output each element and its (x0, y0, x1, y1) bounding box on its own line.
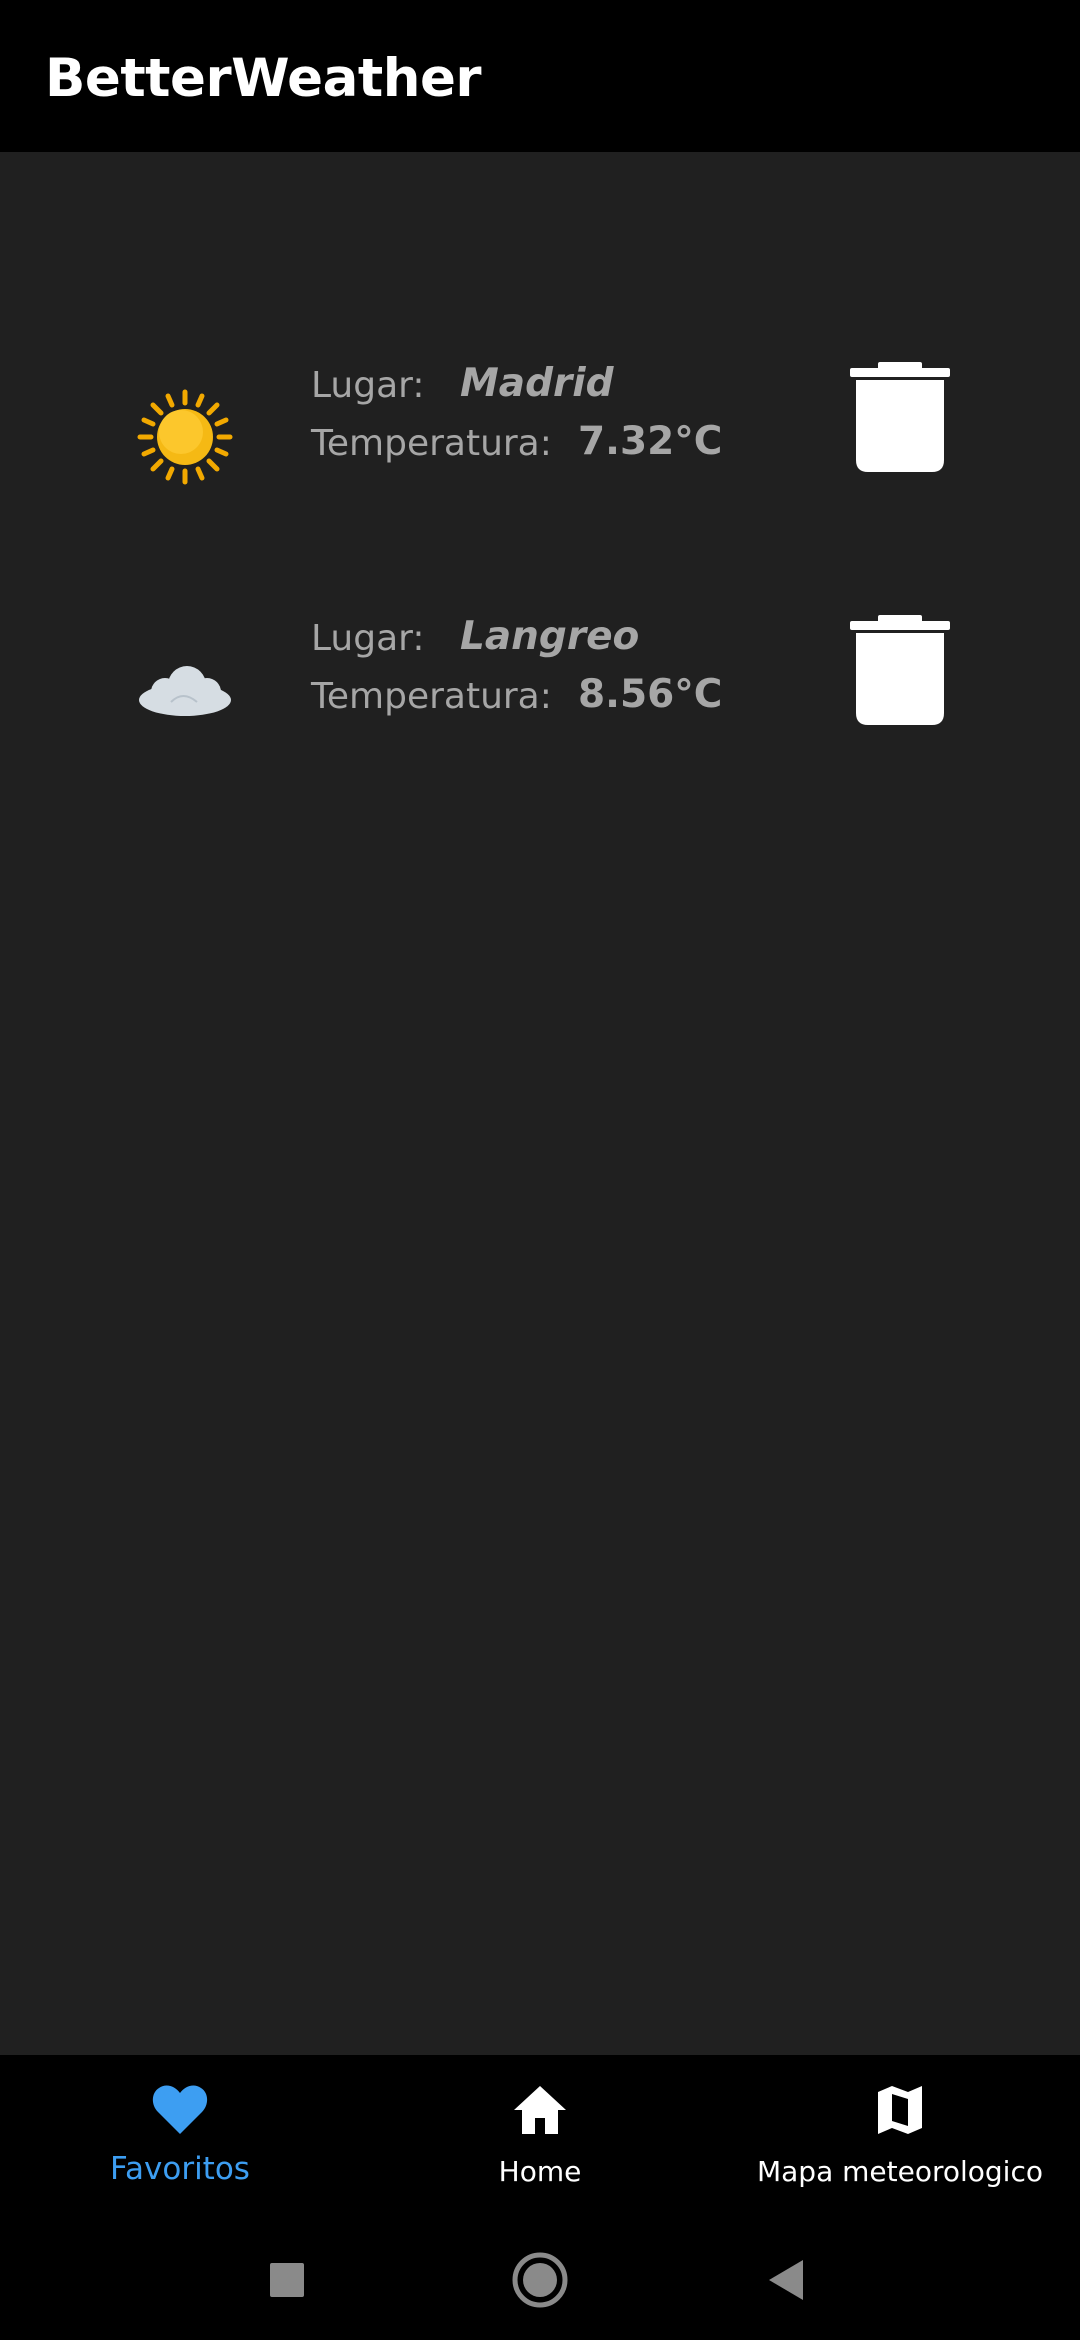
delete-button[interactable] (850, 362, 950, 474)
back-button[interactable] (757, 2250, 817, 2310)
recents-button[interactable] (257, 2250, 317, 2310)
heart-icon (152, 2085, 208, 2134)
trash-icon (850, 615, 950, 725)
favorite-item: Lugar: Langreo Temperatura: 8.56°C (0, 605, 1080, 765)
square-icon (270, 2263, 304, 2297)
trash-icon (850, 362, 950, 472)
delete-button[interactable] (850, 615, 950, 727)
place-label: Lugar: (311, 618, 425, 659)
app-bar: BetterWeather (0, 0, 1080, 152)
home-icon (514, 2086, 566, 2134)
app-title: BetterWeather (45, 48, 482, 109)
tab-favoritos[interactable]: Favoritos (0, 2055, 360, 2220)
place-value: Madrid (460, 361, 614, 406)
temperature-value: 7.32°C (578, 419, 723, 464)
temperature-value: 8.56°C (578, 672, 723, 717)
temperature-label: Temperatura: (311, 423, 552, 464)
tab-label: Home (498, 2155, 582, 2188)
bottom-navigation: Favoritos Home Mapa meteorologico (0, 2055, 1080, 2220)
back-triangle-icon (769, 2260, 803, 2300)
system-home-button[interactable] (510, 2250, 570, 2310)
tab-mapa-meteorologico[interactable]: Mapa meteorologico (720, 2055, 1080, 2220)
system-navigation-bar (0, 2220, 1080, 2340)
place-label: Lugar: (311, 365, 425, 406)
temperature-label: Temperatura: (311, 676, 552, 717)
favorites-list: Lugar: Madrid Temperatura: 7.32°C Lugar: (0, 152, 1080, 2055)
circle-icon (512, 2252, 568, 2308)
tab-home[interactable]: Home (360, 2055, 720, 2220)
sun-icon (137, 389, 233, 485)
cloud-icon (139, 666, 231, 716)
favorite-item: Lugar: Madrid Temperatura: 7.32°C (0, 352, 1080, 512)
place-value: Langreo (460, 614, 640, 659)
map-icon (878, 2086, 922, 2134)
tab-label: Favoritos (110, 2151, 250, 2187)
tab-label: Mapa meteorologico (756, 2155, 1043, 2188)
